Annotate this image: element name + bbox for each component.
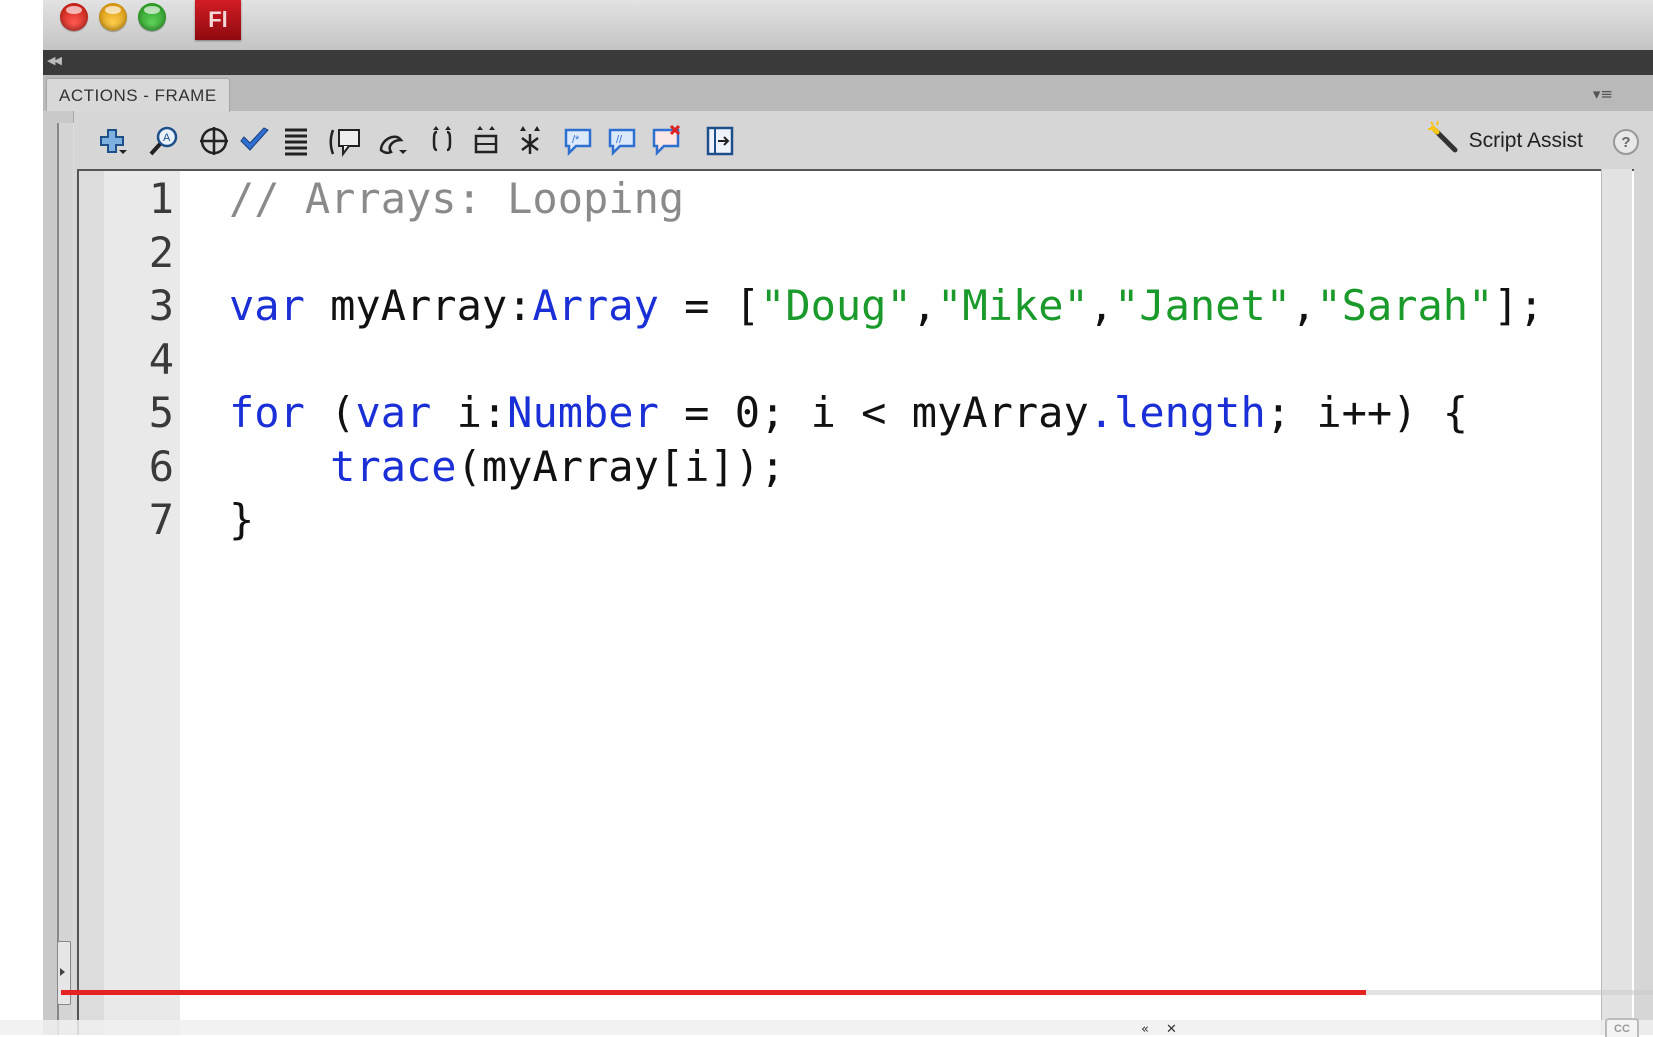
code-line[interactable]: } [229,492,254,548]
add-statement-icon[interactable] [93,122,131,160]
code-token: var [355,388,432,437]
code-token: "Janet" [1114,281,1292,330]
code-token: ( [304,388,356,437]
flash-app-logo: Fl [195,0,241,40]
find-icon[interactable]: A [145,122,183,160]
svg-text://: // [616,134,623,146]
code-token: for [229,388,305,437]
tab-actions-frame[interactable]: ACTIONS - FRAME [46,78,230,112]
check-syntax-icon[interactable] [235,122,273,160]
minimize-window-button[interactable] [99,3,127,31]
code-token: myArray: [304,281,533,330]
code-token: (myArray[i]); [456,441,786,491]
code-line[interactable]: for (var i:Number = 0; i < myArray.lengt… [229,385,1468,441]
code-token: = 0; i < myArray [658,388,1089,437]
show-hide-toolbox-icon[interactable] [701,122,739,160]
line-number-gutter: 1234567 [79,171,180,1035]
code-token: "Doug" [760,281,912,330]
line-number: 3 [148,281,174,330]
code-token: // Arrays: Looping [229,174,685,223]
line-number: 2 [148,227,174,277]
line-number: 4 [148,334,174,384]
video-progress-fill [61,990,1366,995]
line-number: 1 [148,174,174,223]
magic-wand-icon [1427,120,1463,162]
collapse-selection-icon[interactable] [467,122,505,160]
actions-toolbar: A /* // Script Assist ? [77,113,1653,169]
line-number: 5 [148,388,174,437]
zoom-window-button[interactable] [138,3,166,31]
code-line[interactable]: var myArray:Array = ["Doug","Mike","Jane… [229,278,1544,334]
svg-text:A: A [163,132,171,144]
title-bar: Fl [43,0,1653,50]
vertical-scrollbar[interactable] [1601,169,1632,1035]
remove-comment-icon[interactable] [647,122,685,160]
apply-line-comment-icon[interactable]: // [603,122,641,160]
panel-menu-icon[interactable]: ▾≡ [1593,85,1613,103]
code-token: .length [1088,388,1266,437]
closed-captions-button[interactable]: CC [1605,1018,1639,1037]
code-token: i: [431,388,508,437]
code-token: ]; [1493,281,1544,330]
svg-text:/*: /* [572,134,580,146]
code-line[interactable]: trace(myArray[i]); [229,439,785,495]
script-assist-label: Script Assist [1468,129,1583,152]
actions-toolbox-divider [57,123,74,1035]
toolbox-collapse-handle[interactable] [57,941,71,1005]
video-control-bar [0,1020,1653,1035]
apply-block-comment-icon[interactable]: /* [559,122,597,160]
panel-tab-row: ACTIONS - FRAME ▾≡ [43,75,1653,112]
code-token: Number [507,388,659,437]
insert-target-path-icon[interactable] [195,122,233,160]
panel-collapse-strip[interactable]: ◀◀ [43,50,1653,75]
debug-options-icon[interactable] [373,122,411,160]
code-token: "Mike" [937,281,1089,330]
code-token: , [911,281,938,330]
close-window-button[interactable] [60,3,88,31]
code-token: Array [532,281,659,330]
code-token: trace [330,441,457,491]
code-editor[interactable]: 1234567 // Arrays: Looping var myArray:Ar… [77,169,1634,1035]
code-token: var [229,281,305,330]
flash-app-window: Fl ◀◀ ACTIONS - FRAME ▾≡ A /* // Script … [43,0,1653,1035]
expand-all-icon[interactable] [511,122,549,160]
collapse-between-braces-icon[interactable] [423,122,461,160]
code-token: "Sarah" [1316,281,1494,330]
code-token: , [1291,281,1317,330]
code-token: } [229,495,255,544]
code-token: = [ [658,281,761,330]
code-line[interactable]: // Arrays: Looping [229,171,684,227]
left-panel-gutter [43,111,74,1035]
line-number: 6 [148,441,174,491]
collapse-arrows-icon[interactable]: ◀◀ [47,54,62,67]
line-number: 7 [148,495,174,544]
show-code-hint-icon[interactable] [327,122,365,160]
help-icon[interactable]: ? [1613,129,1639,155]
script-assist-button[interactable]: Script Assist [1427,120,1583,162]
code-token: , [1088,281,1115,330]
code-token: ; i++) { [1265,388,1469,437]
auto-format-icon[interactable] [277,122,315,160]
